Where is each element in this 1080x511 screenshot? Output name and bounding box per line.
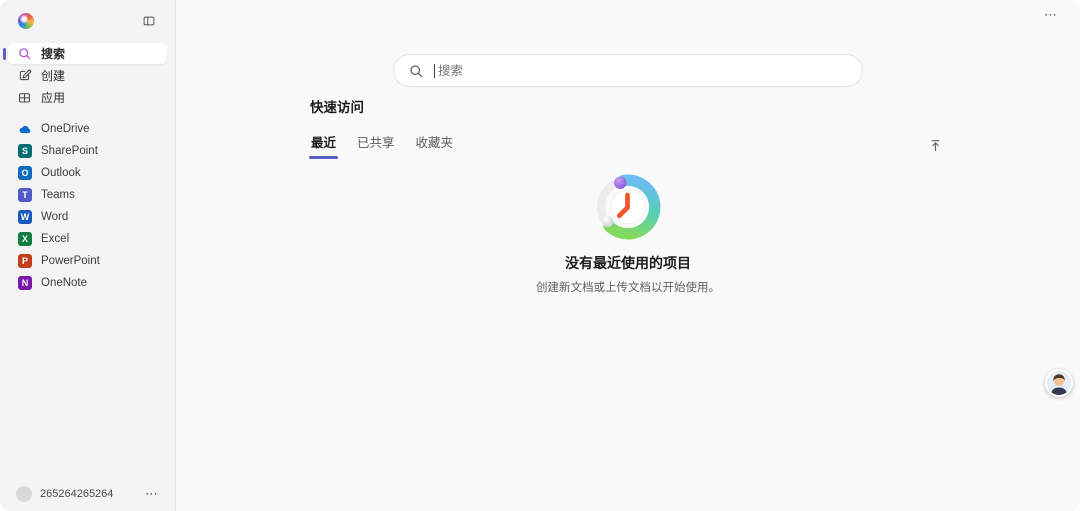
sidebar-item-label: 应用 [41, 91, 66, 105]
sidebar-app-list: OneDrive S SharePoint O Outlook T Teams W Word X E… [0, 118, 175, 294]
upload-button[interactable] [924, 135, 946, 157]
sidebar-item-teams[interactable]: T Teams [0, 184, 175, 206]
sharepoint-icon: S [18, 144, 32, 158]
text-caret [434, 63, 435, 78]
sidebar-header [0, 0, 175, 37]
m365-app-window: 搜索 创建 应用 OneDrive S SharePoint O Outlook T Tea… [0, 0, 1080, 511]
sidebar-item-onenote[interactable]: N OneNote [0, 272, 175, 294]
app-label: Excel [41, 233, 70, 245]
tab-1[interactable]: 已共享 [356, 132, 396, 159]
search-input[interactable] [436, 62, 848, 79]
sidebar-item-label: 搜索 [41, 47, 66, 61]
app-label: Teams [41, 189, 75, 201]
sidebar-item-outlook[interactable]: O Outlook [0, 162, 175, 184]
account-avatar [16, 486, 32, 502]
app-label: OneNote [41, 277, 88, 289]
sidebar-item-onedrive[interactable]: OneDrive [0, 118, 175, 140]
account-more-icon[interactable]: ⋯ [145, 487, 159, 500]
sidebar-item-label: 创建 [41, 69, 66, 83]
empty-state-subtitle: 创建新文档或上传文档以开始使用。 [536, 282, 720, 294]
main-area: ⋯ 快速访问 最近已共享收藏夹 [176, 0, 1080, 511]
sidebar-nav: 搜索 创建 应用 [0, 43, 175, 108]
sidebar-item-apps[interactable]: 应用 [8, 87, 167, 108]
onenote-icon: N [18, 276, 32, 290]
tab-0[interactable]: 最近 [308, 132, 339, 159]
copilot-logo-icon[interactable] [18, 13, 34, 29]
sidebar-item-word[interactable]: W Word [0, 206, 175, 228]
outlook-icon: O [18, 166, 32, 180]
app-label: Word [41, 211, 69, 223]
empty-state-title: 没有最近使用的项目 [565, 255, 691, 271]
excel-icon: X [18, 232, 32, 246]
arrow-upload-icon [928, 138, 943, 153]
search-icon [408, 63, 424, 79]
powerpoint-icon: P [18, 254, 32, 268]
sidebar-item-create[interactable]: 创建 [8, 65, 167, 86]
word-icon: W [18, 210, 32, 224]
search-icon [17, 46, 32, 61]
sidebar-item-powerpoint[interactable]: P PowerPoint [0, 250, 175, 272]
tabs-row: 最近 已共享 收藏夹 [308, 132, 946, 160]
onedrive-icon [18, 122, 32, 136]
clock-illustration [595, 174, 661, 240]
account-row[interactable]: 265264265264 ⋯ [0, 486, 175, 502]
sidebar: 搜索 创建 应用 OneDrive S SharePoint O Outlook T Tea… [0, 0, 176, 511]
section-title: 快速访问 [310, 100, 364, 115]
account-name: 265264265264 [40, 488, 114, 500]
tab-2[interactable]: 收藏夹 [415, 132, 455, 159]
app-label: SharePoint [41, 145, 98, 157]
quick-access-section: 快速访问 最近 已共享 收藏夹 没有最近使用的项目 创建新文档或上传文档以开始使… [308, 96, 946, 295]
sidebar-collapse-button[interactable] [139, 11, 159, 31]
sidebar-item-excel[interactable]: X Excel [0, 228, 175, 250]
panel-toggle-icon [142, 14, 156, 28]
main-more-icon[interactable]: ⋯ [1044, 8, 1058, 21]
sidebar-item-search[interactable]: 搜索 [8, 43, 167, 64]
main-search-bar[interactable] [393, 54, 863, 87]
app-label: Outlook [41, 167, 81, 179]
sidebar-item-sharepoint[interactable]: S SharePoint [0, 140, 175, 162]
app-label: PowerPoint [41, 255, 100, 267]
user-avatar[interactable] [1045, 369, 1073, 397]
apps-grid-icon [17, 90, 32, 105]
teams-icon: T [18, 188, 32, 202]
app-label: OneDrive [41, 123, 90, 135]
compose-icon [17, 68, 32, 83]
empty-state: 没有最近使用的项目 创建新文档或上传文档以开始使用。 [310, 174, 946, 295]
